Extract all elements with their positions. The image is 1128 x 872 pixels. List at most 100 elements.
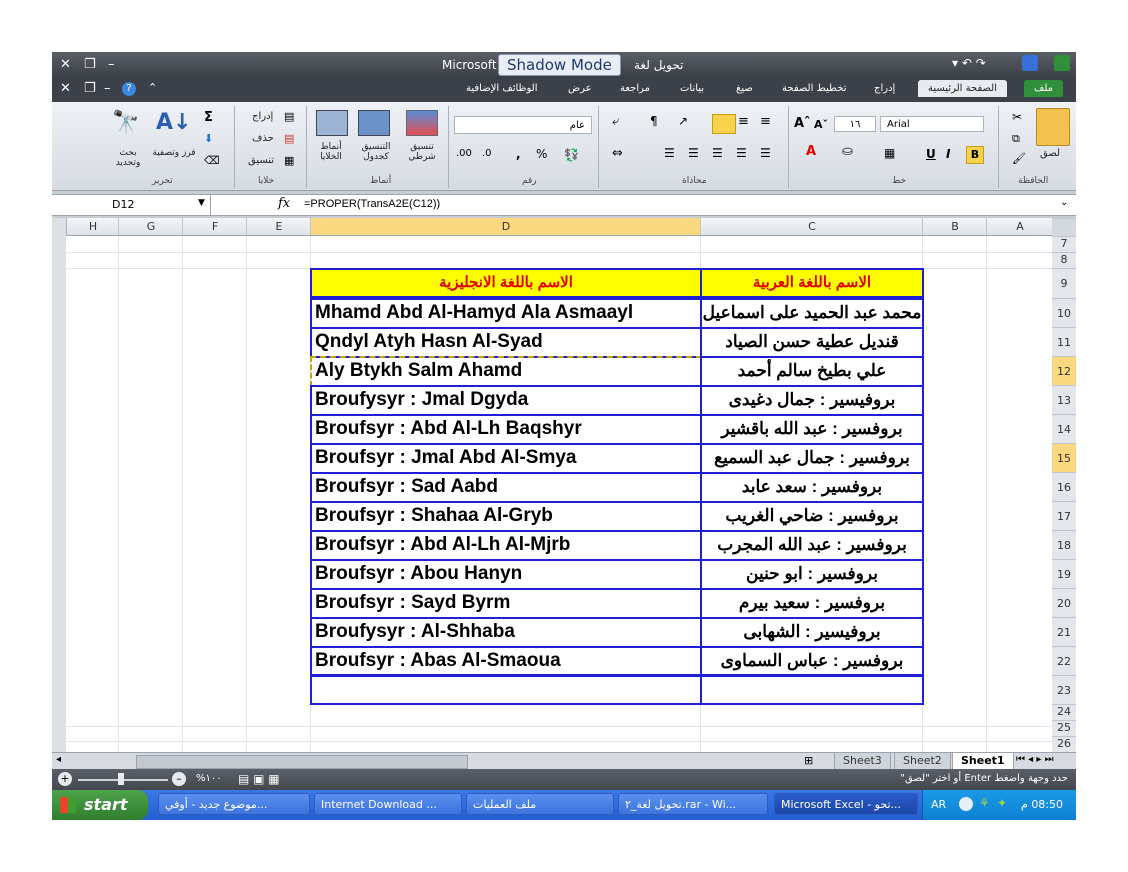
number-format-dropdown[interactable]: عام (454, 116, 592, 134)
decrease-font-icon[interactable]: Aˇ (814, 118, 828, 131)
tab-review[interactable]: مراجعة (620, 83, 650, 94)
table-cell-english[interactable]: Broufsyr : Abou Hanyn (310, 559, 702, 590)
accounting-icon[interactable]: 💱 (564, 148, 579, 162)
row-header[interactable]: 12 (1052, 356, 1076, 386)
update-icon[interactable]: ✦ (997, 796, 1007, 810)
row-header[interactable]: 10 (1052, 298, 1076, 328)
restore-icon[interactable]: ❐ (84, 57, 96, 72)
taskbar-item-folder[interactable]: ملف العمليات (466, 793, 614, 815)
sort-filter-icon[interactable]: A↓ (156, 110, 191, 135)
save-icon[interactable] (1022, 55, 1038, 71)
table-cell-english[interactable]: Broufsyr : Abd Al-Lh Al-Mjrb (310, 530, 702, 561)
conditional-format-button[interactable]: تنسيق شرطي (402, 142, 442, 162)
table-cell-arabic[interactable]: بروفسير : عبد الله المجرب (700, 530, 924, 561)
orientation-icon[interactable]: ↗ (678, 114, 688, 128)
table-cell-arabic[interactable]: بروفسير : عبد الله باقشير (700, 414, 924, 445)
find-select-icon[interactable]: 🔭 (112, 110, 139, 135)
sheet-tab-3[interactable]: Sheet3 (834, 753, 891, 770)
help-icon[interactable]: ? (122, 82, 136, 96)
quick-access-toolbar[interactable]: ▾ ↶ ↷ (952, 56, 986, 70)
fill-color-icon[interactable]: ⛀ (842, 144, 853, 159)
format-painter-icon[interactable]: 🖌 (1012, 152, 1026, 165)
fill-icon[interactable]: ⬇ (204, 132, 213, 145)
row-header[interactable]: 17 (1052, 501, 1076, 531)
close-workbook-icon[interactable]: ✕ (60, 81, 71, 96)
find-select-button[interactable]: بحث وتحديد (108, 148, 148, 168)
collapse-ribbon-icon[interactable]: ⌃ (148, 81, 157, 94)
language-indicator[interactable]: AR (931, 798, 946, 811)
table-cell-arabic[interactable]: محمد عبد الحميد على اسماعيل (700, 298, 924, 329)
row-header[interactable]: 8 (1052, 252, 1076, 269)
align-center-icon[interactable]: ☰ (712, 146, 723, 160)
row-header[interactable]: 22 (1052, 646, 1076, 676)
table-cell-arabic[interactable]: بروفيسير : جمال دغيدى (700, 385, 924, 416)
cell-styles-button[interactable]: أنماط الخلايا (310, 142, 352, 162)
row-header[interactable]: 20 (1052, 588, 1076, 618)
row-header[interactable]: 21 (1052, 617, 1076, 647)
row-header[interactable]: 16 (1052, 472, 1076, 502)
row-header[interactable]: 25 (1052, 720, 1076, 737)
table-cell-arabic[interactable]: بروفسير : ضاحي الغريب (700, 501, 924, 532)
row-header[interactable]: 26 (1052, 736, 1076, 753)
conditional-format-icon[interactable] (406, 110, 438, 136)
column-header-e[interactable]: E (246, 218, 311, 235)
row-header[interactable]: 15 (1052, 443, 1076, 473)
table-cell-arabic[interactable]: بروفيسير : الشهابى (700, 617, 924, 648)
table-cell-english[interactable]: Broufsyr : Abd Al-Lh Baqshyr (310, 414, 702, 445)
font-size-dropdown[interactable]: ١٦ (834, 116, 876, 132)
delete-cells-button[interactable]: حذف (252, 133, 274, 144)
worksheet-grid[interactable]: الاسم باللغة الانجليزية الاسم باللغة الع… (66, 236, 1052, 752)
header-cell-arabic[interactable]: الاسم باللغة العربية (700, 268, 924, 298)
align-top-icon[interactable]: ≡ (738, 114, 749, 129)
table-cell-empty-ar[interactable] (700, 674, 924, 705)
align-left-icon[interactable]: ☰ (664, 146, 675, 160)
taskbar-item-forum[interactable]: موضوع جديد - أوفي... (158, 793, 310, 815)
align-middle-icon[interactable] (712, 114, 736, 134)
zoom-in-icon[interactable]: + (58, 772, 72, 786)
zoom-level[interactable]: %١٠٠ (196, 773, 222, 784)
start-button[interactable]: start (52, 790, 148, 820)
italic-button[interactable]: I (946, 147, 950, 161)
name-box[interactable]: D12 ▼ (52, 195, 211, 215)
borders-icon[interactable]: ▦ (884, 146, 895, 160)
autosum-button[interactable]: Σ (204, 110, 213, 125)
tab-insert[interactable]: إدراج (874, 83, 895, 94)
underline-button[interactable]: U (926, 147, 936, 161)
paste-icon[interactable] (1036, 108, 1070, 146)
network-icon[interactable]: ⚘ (979, 796, 990, 810)
table-cell-arabic[interactable]: بروفسير : ابو حنين (700, 559, 924, 590)
cell-styles-icon[interactable] (316, 110, 348, 136)
table-cell-english[interactable]: Broufsyr : Abas Al-Smaoua (310, 646, 702, 677)
align-bottom-icon[interactable]: ≡ (760, 114, 771, 129)
format-cells-icon[interactable]: ▦ (284, 154, 294, 167)
font-name-dropdown[interactable]: Arial (880, 116, 984, 132)
format-cells-button[interactable]: تنسيق (248, 155, 274, 166)
sheet-nav-icon[interactable]: ⏮ ◂ ▸ ⏭ (1016, 754, 1054, 765)
row-header[interactable]: 13 (1052, 385, 1076, 415)
table-cell-english[interactable]: Broufsyr : Sayd Byrm (310, 588, 702, 619)
tab-page-layout[interactable]: تخطيط الصفحة (782, 83, 847, 94)
clear-icon[interactable]: ⌫ (204, 154, 220, 167)
minimize-workbook-icon[interactable]: – (104, 81, 111, 96)
row-header[interactable]: 11 (1052, 327, 1076, 357)
row-header[interactable]: 7 (1052, 236, 1076, 253)
scroll-left-icon[interactable]: ◂ (56, 754, 61, 765)
table-cell-english[interactable]: Broufsyr : Shahaa Al-Gryb (310, 501, 702, 532)
table-cell-arabic[interactable]: بروفسير : جمال عبد السميع (700, 443, 924, 474)
table-cell-arabic[interactable]: علي بطيخ سالم أحمد (700, 356, 924, 387)
wrap-text-icon[interactable]: ⤶ (612, 114, 619, 129)
paste-button[interactable]: لصق (1040, 148, 1060, 159)
close-icon[interactable]: ✕ (60, 57, 71, 72)
increase-decimal-icon[interactable]: .00 (456, 148, 472, 159)
chevron-down-icon[interactable]: ▼ (198, 198, 205, 208)
column-header-c[interactable]: C (700, 218, 923, 235)
rtl-icon[interactable]: ¶ (650, 114, 658, 128)
table-cell-english[interactable]: Qndyl Atyh Hasn Al-Syad (310, 327, 702, 358)
merge-center-icon[interactable]: ⇔ (612, 146, 623, 161)
select-all-corner[interactable] (1052, 218, 1076, 236)
horizontal-scrollbar[interactable] (136, 755, 468, 769)
tab-addins[interactable]: الوظائف الإضافية (466, 83, 538, 94)
table-cell-english[interactable]: Broufysyr : Al-Shhaba (310, 617, 702, 648)
column-header-g[interactable]: G (118, 218, 183, 235)
insert-cells-icon[interactable]: ▤ (284, 110, 294, 123)
